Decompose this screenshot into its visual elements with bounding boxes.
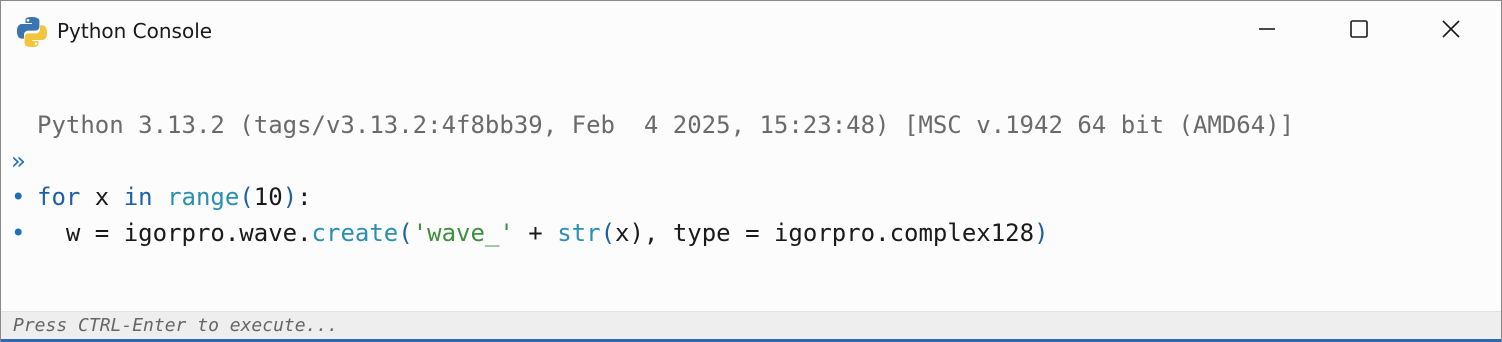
window-title: Python Console [57, 19, 213, 43]
close-button[interactable] [1405, 1, 1497, 61]
python-console-window: Python Console Python 3.13.2 (tags/v3.13… [0, 0, 1502, 342]
minimize-button[interactable] [1221, 1, 1313, 61]
code-line-1[interactable]: » for x in range(10): [1, 107, 312, 211]
close-icon [1441, 19, 1461, 44]
console-output[interactable]: Python 3.13.2 (tags/v3.13.2:4f8bb39, Feb… [1, 61, 1501, 311]
minimize-icon [1257, 19, 1277, 44]
status-bar: Press CTRL-Enter to execute... [1, 311, 1501, 340]
title-bar[interactable]: Python Console [1, 1, 1501, 61]
code-line-content[interactable]: w = igorpro.wave.create('wave_' + str(x)… [37, 215, 1049, 251]
continuation-marker: • [11, 219, 26, 247]
python-logo-icon [15, 15, 49, 49]
maximize-icon [1349, 19, 1369, 44]
python-version-banner: Python 3.13.2 (tags/v3.13.2:4f8bb39, Feb… [37, 111, 1295, 139]
execute-hint: Press CTRL-Enter to execute... [13, 315, 339, 336]
banner-line: Python 3.13.2 (tags/v3.13.2:4f8bb39, Feb… [1, 71, 1294, 139]
code-line-3[interactable]: • [1, 179, 88, 247]
maximize-button[interactable] [1313, 1, 1405, 61]
code-line-2[interactable]: • w = igorpro.wave.create('wave_' + str(… [1, 143, 1049, 247]
